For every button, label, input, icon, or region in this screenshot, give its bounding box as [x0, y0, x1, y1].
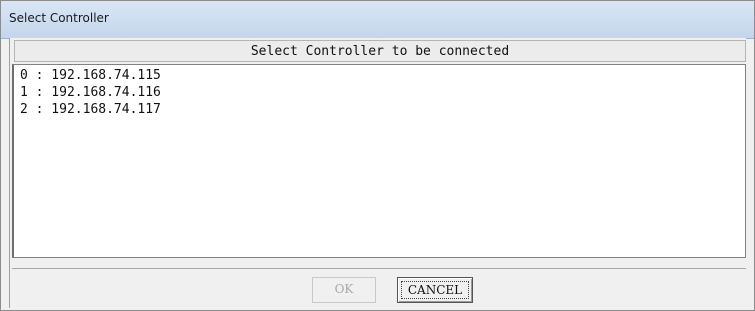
dialog-body: Select Controller to be connected 0 : 19… — [9, 38, 746, 308]
cancel-button-label: CANCEL — [401, 281, 469, 299]
button-row-divider — [12, 268, 746, 269]
instruction-text: Select Controller to be connected — [250, 44, 510, 59]
ok-button[interactable]: OK — [312, 277, 376, 303]
cancel-button[interactable]: CANCEL — [397, 277, 473, 303]
instruction-header: Select Controller to be connected — [14, 40, 746, 62]
controller-item-0[interactable]: 0 : 192.168.74.115 — [20, 68, 161, 85]
controller-item-2[interactable]: 2 : 192.168.74.117 — [20, 102, 161, 119]
controller-item-1[interactable]: 1 : 192.168.74.116 — [20, 85, 161, 102]
window-title: Select Controller — [9, 11, 109, 25]
controller-list[interactable]: 0 : 192.168.74.115 1 : 192.168.74.116 2 … — [12, 64, 746, 258]
title-bar[interactable]: Select Controller — [1, 1, 754, 39]
select-controller-dialog: Select Controller Select Controller to b… — [0, 0, 755, 311]
